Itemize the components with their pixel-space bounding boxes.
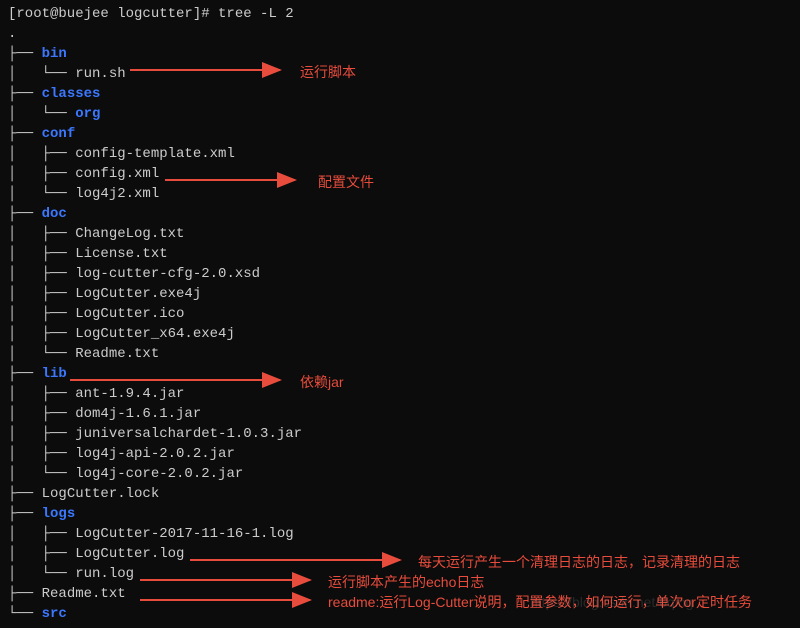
- tree-prefix: │ └──: [8, 566, 75, 582]
- file-name: config-template.xml: [75, 146, 235, 162]
- annotation-echo-log: 运行脚本产生的echo日志: [328, 572, 484, 592]
- tree-prefix: ├──: [8, 586, 42, 602]
- dir-name: org: [75, 106, 100, 122]
- tree-prefix: │ ├──: [8, 226, 75, 242]
- tree-prefix: ├──: [8, 86, 42, 102]
- tree-prefix: ├──: [8, 506, 42, 522]
- dir-name: classes: [42, 86, 101, 102]
- tree-prefix: │ ├──: [8, 146, 75, 162]
- tree-prefix: │ ├──: [8, 386, 75, 402]
- file-name: dom4j-1.6.1.jar: [75, 406, 201, 422]
- tree-prefix: │ ├──: [8, 286, 75, 302]
- shell-prompt: [root@buejee logcutter]# tree -L 2: [8, 4, 800, 24]
- file-name: juniversalchardet-1.0.3.jar: [75, 426, 302, 442]
- tree-row: │ ├── log-cutter-cfg-2.0.xsd: [8, 264, 800, 284]
- tree-prefix: ├──: [8, 366, 42, 382]
- tree-prefix: │ ├──: [8, 306, 75, 322]
- tree-prefix: │ └──: [8, 346, 75, 362]
- tree-row: ├── lib: [8, 364, 800, 384]
- file-name: log-cutter-cfg-2.0.xsd: [75, 266, 260, 282]
- file-name: LogCutter.ico: [75, 306, 184, 322]
- annotation-config-file: 配置文件: [318, 172, 374, 192]
- dir-name: bin: [42, 46, 67, 62]
- tree-prefix: │ ├──: [8, 426, 75, 442]
- file-name: log4j-core-2.0.2.jar: [75, 466, 243, 482]
- tree-prefix: │ ├──: [8, 446, 75, 462]
- tree-prefix: │ ├──: [8, 326, 75, 342]
- tree-output: ├── bin│ └── run.sh├── classes│ └── org├…: [8, 44, 800, 624]
- tree-root-dot: .: [8, 24, 800, 44]
- file-name: ChangeLog.txt: [75, 226, 184, 242]
- tree-prefix: │ └──: [8, 466, 75, 482]
- file-name: config.xml: [75, 166, 159, 182]
- tree-row: │ ├── log4j-api-2.0.2.jar: [8, 444, 800, 464]
- file-name: Readme.txt: [75, 346, 159, 362]
- file-name: Readme.txt: [42, 586, 126, 602]
- tree-row: │ └── log4j2.xml: [8, 184, 800, 204]
- tree-row: │ ├── config-template.xml: [8, 144, 800, 164]
- tree-prefix: │ ├──: [8, 266, 75, 282]
- tree-row: │ ├── LogCutter-2017-11-16-1.log: [8, 524, 800, 544]
- dir-name: src: [42, 606, 67, 622]
- file-name: log4j2.xml: [75, 186, 159, 202]
- file-name: run.sh: [75, 66, 125, 82]
- file-name: run.log: [75, 566, 134, 582]
- tree-row: │ ├── LogCutter_x64.exe4j: [8, 324, 800, 344]
- tree-row: │ └── run.sh: [8, 64, 800, 84]
- tree-row: │ ├── LogCutter.exe4j: [8, 284, 800, 304]
- tree-row: │ ├── ant-1.9.4.jar: [8, 384, 800, 404]
- watermark-text: https://blog.csdn.net/6qing: [530, 592, 693, 612]
- tree-row: │ ├── juniversalchardet-1.0.3.jar: [8, 424, 800, 444]
- annotation-dependency-jar: 依赖jar: [300, 372, 344, 392]
- annotation-run-script: 运行脚本: [300, 62, 356, 82]
- tree-row: ├── LogCutter.lock: [8, 484, 800, 504]
- tree-prefix: │ ├──: [8, 526, 75, 542]
- dir-name: lib: [42, 366, 67, 382]
- file-name: LogCutter.log: [75, 546, 184, 562]
- tree-prefix: │ └──: [8, 106, 75, 122]
- file-name: log4j-api-2.0.2.jar: [75, 446, 235, 462]
- file-name: LogCutter.exe4j: [75, 286, 201, 302]
- tree-prefix: │ ├──: [8, 246, 75, 262]
- tree-row: ├── classes: [8, 84, 800, 104]
- tree-row: ├── logs: [8, 504, 800, 524]
- tree-prefix: ├──: [8, 126, 42, 142]
- tree-row: ├── doc: [8, 204, 800, 224]
- file-name: License.txt: [75, 246, 167, 262]
- tree-row: │ └── log4j-core-2.0.2.jar: [8, 464, 800, 484]
- tree-prefix: ├──: [8, 486, 42, 502]
- tree-row: │ ├── config.xml: [8, 164, 800, 184]
- tree-prefix: └──: [8, 606, 42, 622]
- annotation-daily-log: 每天运行产生一个清理日志的日志，记录清理的日志: [418, 552, 740, 572]
- dir-name: conf: [42, 126, 76, 142]
- dir-name: logs: [42, 506, 76, 522]
- tree-row: │ ├── LogCutter.ico: [8, 304, 800, 324]
- tree-row: │ ├── License.txt: [8, 244, 800, 264]
- tree-row: │ ├── ChangeLog.txt: [8, 224, 800, 244]
- tree-prefix: │ └──: [8, 66, 75, 82]
- file-name: LogCutter-2017-11-16-1.log: [75, 526, 293, 542]
- tree-prefix: │ ├──: [8, 406, 75, 422]
- tree-prefix: │ └──: [8, 186, 75, 202]
- tree-row: │ └── org: [8, 104, 800, 124]
- file-name: LogCutter_x64.exe4j: [75, 326, 235, 342]
- tree-row: ├── conf: [8, 124, 800, 144]
- tree-row: ├── bin: [8, 44, 800, 64]
- dir-name: doc: [42, 206, 67, 222]
- tree-row: │ └── Readme.txt: [8, 344, 800, 364]
- file-name: LogCutter.lock: [42, 486, 160, 502]
- tree-prefix: │ ├──: [8, 546, 75, 562]
- file-name: ant-1.9.4.jar: [75, 386, 184, 402]
- tree-prefix: │ ├──: [8, 166, 75, 182]
- tree-row: │ ├── dom4j-1.6.1.jar: [8, 404, 800, 424]
- tree-prefix: ├──: [8, 206, 42, 222]
- tree-prefix: ├──: [8, 46, 42, 62]
